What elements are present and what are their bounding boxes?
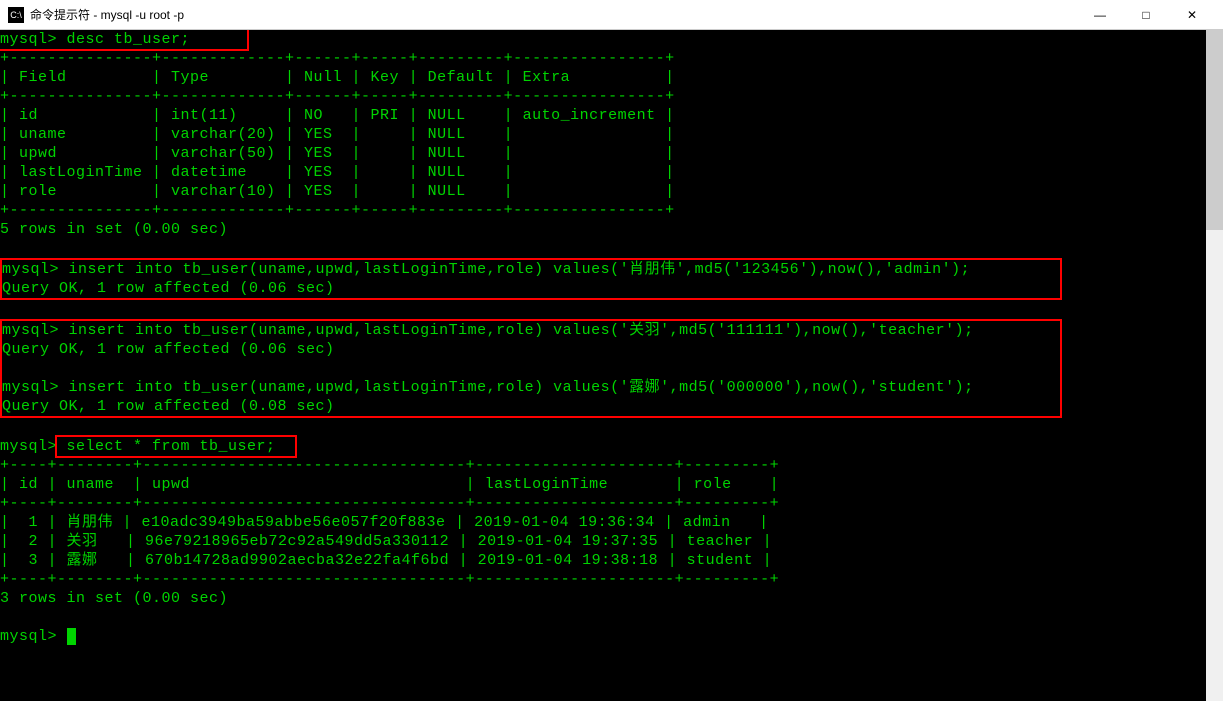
insert2-cmd: mysql> insert into tb_user(uname,upwd,la… — [2, 322, 974, 339]
highlight-insert2-3: mysql> insert into tb_user(uname,upwd,la… — [0, 319, 1062, 418]
select-summary: 3 rows in set (0.00 sec) — [0, 590, 228, 607]
select-table-header: | id | uname | upwd | lastLoginTime | ro… — [0, 476, 779, 493]
close-button[interactable]: ✕ — [1169, 0, 1215, 30]
desc-table-header: | Field | Type | Null | Key | Default | … — [0, 69, 675, 86]
terminal-container: mysql> desc tb_user; +---------------+--… — [0, 30, 1223, 701]
desc-table-sep: +---------------+-------------+------+--… — [0, 88, 675, 105]
desc-table-row: | role | varchar(10) | YES | | NULL | | — [0, 183, 675, 200]
desc-table-row: | uname | varchar(20) | YES | | NULL | | — [0, 126, 675, 143]
insert3-cmd: mysql> insert into tb_user(uname,upwd,la… — [2, 379, 974, 396]
desc-table-row: | lastLoginTime | datetime | YES | | NUL… — [0, 164, 675, 181]
highlight-select-cmd: select * from tb_user; — [55, 435, 297, 458]
desc-table-sep: +---------------+-------------+------+--… — [0, 202, 675, 219]
window-titlebar: C:\ 命令提示符 - mysql -u root -p — □ ✕ — [0, 0, 1223, 30]
scrollbar-thumb[interactable] — [1206, 30, 1223, 230]
terminal-output[interactable]: mysql> desc tb_user; +---------------+--… — [0, 30, 1206, 701]
select-table-sep: +----+--------+-------------------------… — [0, 571, 779, 588]
highlight-insert1: mysql> insert into tb_user(uname,upwd,la… — [0, 258, 1062, 300]
window-title: 命令提示符 - mysql -u root -p — [30, 6, 1077, 23]
select-table-sep: +----+--------+-------------------------… — [0, 495, 779, 512]
desc-command: desc tb_user; — [57, 31, 190, 48]
mysql-prompt: mysql> — [0, 31, 57, 48]
select-table-row: | 3 | 露娜 | 670b14728ad9902aecba32e22fa4f… — [0, 552, 772, 569]
select-table-row: | 2 | 关羽 | 96e79218965eb72c92a549dd5a330… — [0, 533, 772, 550]
window-buttons: — □ ✕ — [1077, 0, 1215, 30]
mysql-prompt: mysql> — [0, 628, 57, 645]
cmd-icon: C:\ — [8, 7, 24, 23]
desc-table-row: | id | int(11) | NO | PRI | NULL | auto_… — [0, 107, 675, 124]
maximize-button[interactable]: □ — [1123, 0, 1169, 30]
scrollbar[interactable] — [1206, 30, 1223, 701]
highlight-desc-cmd: mysql> desc tb_user; — [0, 30, 249, 51]
select-table-sep: +----+--------+-------------------------… — [0, 457, 779, 474]
mysql-prompt: mysql> — [0, 438, 57, 455]
minimize-button[interactable]: — — [1077, 0, 1123, 30]
select-command: select * from tb_user; — [57, 438, 276, 455]
cursor — [67, 628, 76, 645]
insert3-result: Query OK, 1 row affected (0.08 sec) — [2, 398, 335, 415]
insert1-result: Query OK, 1 row affected (0.06 sec) — [2, 280, 335, 297]
desc-table-sep: +---------------+-------------+------+--… — [0, 50, 675, 67]
select-table-row: | 1 | 肖朋伟 | e10adc3949ba59abbe56e057f20f… — [0, 514, 769, 531]
insert2-result: Query OK, 1 row affected (0.06 sec) — [2, 341, 335, 358]
desc-summary: 5 rows in set (0.00 sec) — [0, 221, 228, 238]
insert1-cmd: mysql> insert into tb_user(uname,upwd,la… — [2, 261, 970, 278]
desc-table-row: | upwd | varchar(50) | YES | | NULL | | — [0, 145, 675, 162]
